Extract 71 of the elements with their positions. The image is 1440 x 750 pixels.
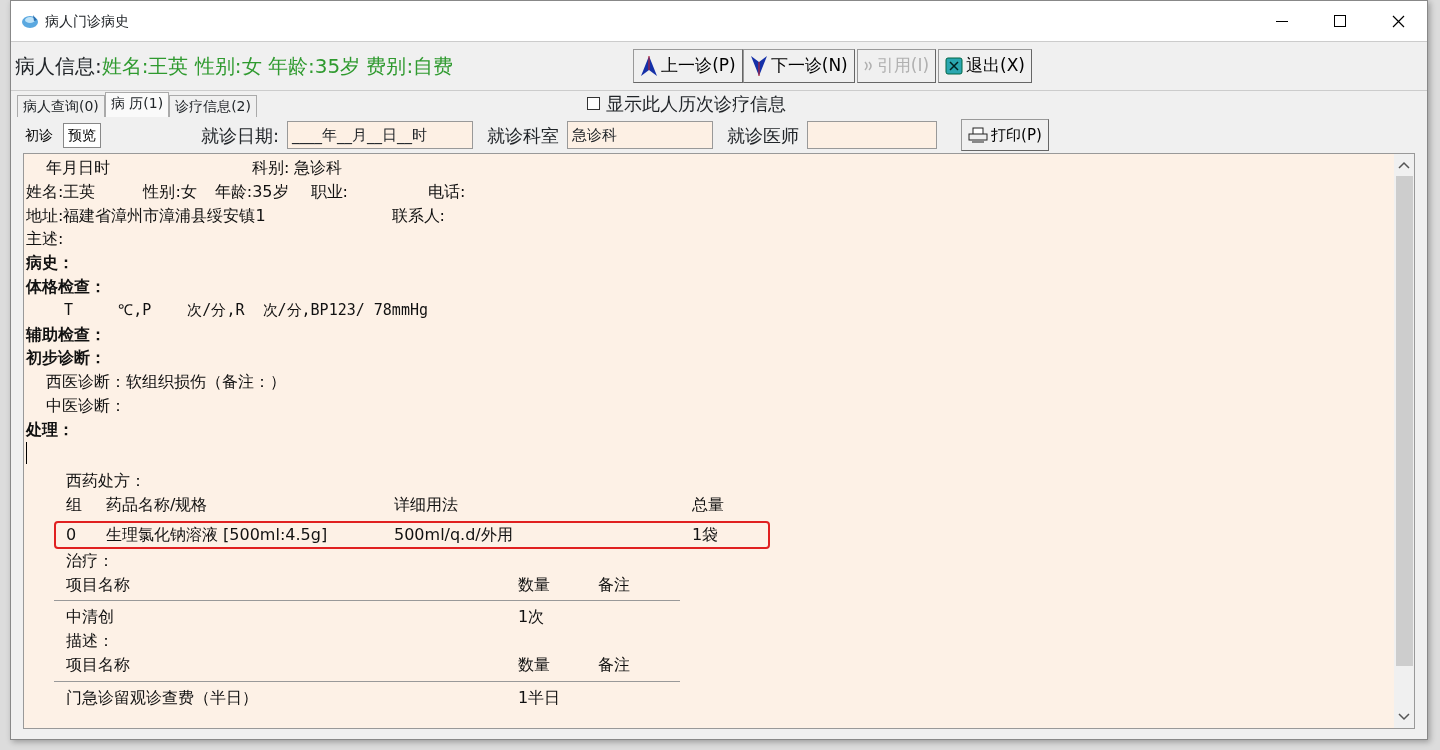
record-text: 中医诊断：	[46, 394, 126, 417]
input-field[interactable]: 急诊科	[567, 121, 714, 149]
scroll-down-icon[interactable]	[1398, 713, 1410, 721]
record-text: 主述:	[26, 228, 64, 251]
record-text: 性别:女	[143, 180, 197, 203]
maximize-icon	[1334, 15, 1346, 27]
section-heading: 初步诊断：	[26, 347, 106, 370]
section-heading: 辅助检查：	[26, 323, 106, 346]
record-text: 科别: 急诊科	[252, 157, 343, 179]
quote-icon	[863, 61, 874, 71]
scroll-thumb[interactable]	[1395, 176, 1413, 666]
input-field[interactable]	[807, 121, 938, 149]
exit-icon	[945, 57, 964, 75]
history-checkbox[interactable]	[586, 97, 600, 110]
section-heading: 病史：	[26, 252, 74, 275]
toolbar-button[interactable]: 下一诊(N)	[742, 49, 855, 83]
field-label: 就诊日期:	[201, 123, 280, 148]
record-text: 姓名:王英	[26, 180, 96, 203]
record-text: 年龄:35岁	[214, 180, 289, 203]
table-cell-text: 1半日	[518, 686, 561, 709]
table-cell-text: 1袋	[692, 523, 720, 546]
column-header: 详细用法	[394, 494, 459, 517]
section-heading: 体格检查：	[26, 276, 106, 298]
column-header: 数量	[518, 573, 551, 596]
toolbar-button[interactable]: 上一诊(P)	[633, 49, 743, 83]
section-title: 西药处方：	[66, 470, 146, 493]
column-header: 组	[66, 494, 83, 517]
table-cell-text: 中清创	[66, 606, 114, 629]
tab[interactable]: 诊疗信息(2)	[169, 95, 257, 117]
toolbar-button[interactable]: 退出(X)	[938, 49, 1032, 83]
field-label: 就诊医师	[727, 123, 800, 148]
table-cell-text: 门急诊留观诊查费（半日）	[66, 686, 258, 709]
scrollbar[interactable]	[1394, 154, 1414, 728]
section-heading: 处理：	[26, 418, 74, 441]
minimize-icon	[1276, 20, 1288, 22]
record-text: 职业:	[310, 180, 348, 203]
record-text: 联系人:	[391, 204, 445, 227]
printer-icon	[968, 127, 989, 143]
table-cell-text: 500ml/q.d/外用	[394, 523, 514, 546]
patient-info: 病人信息:姓名:王英 性别:女 年龄:35岁 费别:自费	[15, 53, 454, 80]
column-header: 药品名称/规格	[106, 494, 209, 517]
record-text: 年月日时	[46, 157, 110, 179]
table-cell-text: 0	[66, 523, 78, 546]
column-header: 项目名称	[66, 653, 131, 676]
table-cell-text: 生理氯化钠溶液 [500ml:4.5g]	[106, 523, 329, 546]
column-header: 项目名称	[66, 573, 131, 596]
record-text: 地址:福建省漳州市漳浦县绥安镇1	[26, 204, 266, 227]
window-title: 病人门诊病史	[45, 11, 129, 31]
text-cursor	[26, 441, 27, 464]
close-icon	[1391, 14, 1405, 28]
up-arrow-icon	[640, 55, 659, 77]
column-header: 数量	[518, 653, 551, 676]
column-header: 总量	[692, 494, 725, 517]
view-tab[interactable]: 预览	[63, 122, 101, 148]
table-cell-text: 1次	[518, 606, 545, 629]
print-button[interactable]: 打印(P)	[961, 119, 1049, 151]
view-tab[interactable]: 初诊	[21, 123, 57, 147]
column-header: 备注	[598, 653, 631, 676]
field-label: 就诊科室	[487, 123, 560, 148]
input-field[interactable]: ____年__月__日__时	[287, 121, 474, 149]
column-header: 备注	[598, 573, 631, 596]
section-title: 治疗：	[66, 549, 114, 572]
down-arrow-icon	[749, 55, 768, 77]
tab[interactable]: 病 历(1)	[104, 92, 170, 117]
checkbox-label: 显示此人历次诊疗信息	[605, 92, 786, 116]
vitals-text: T ℃,P 次/分,R 次/分,BP123/ 78mmHg	[64, 299, 428, 321]
scroll-up-icon[interactable]	[1398, 161, 1410, 169]
record-text: 西医诊断：软组织损伤（备注：）	[46, 371, 286, 394]
section-title: 描述：	[66, 630, 114, 653]
tab[interactable]: 病人查询(0)	[17, 95, 105, 117]
record-text: 电话:	[427, 180, 466, 203]
